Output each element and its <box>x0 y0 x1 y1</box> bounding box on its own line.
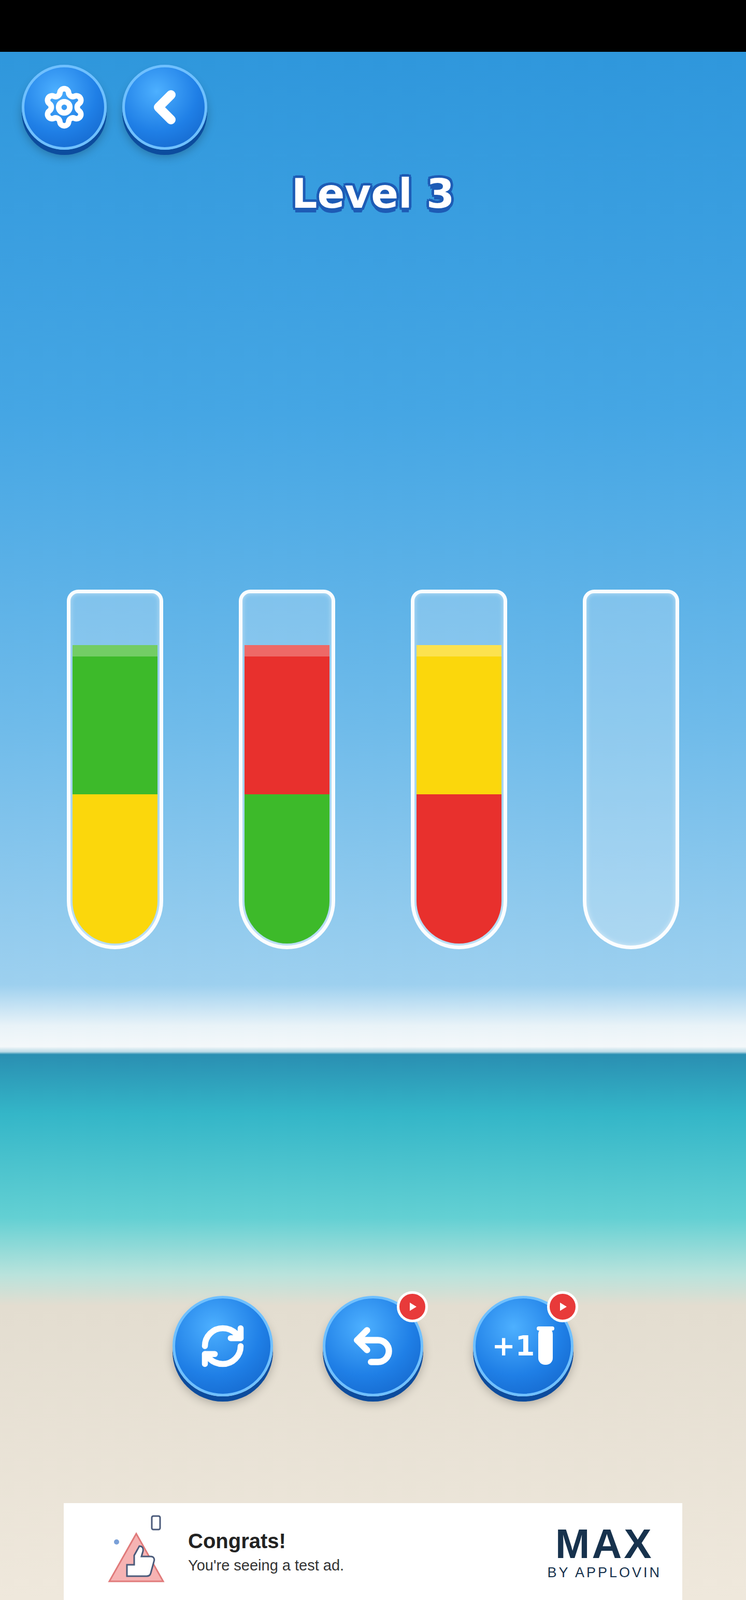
liquid-layer <box>244 644 330 795</box>
play-icon <box>556 1300 569 1313</box>
tube[interactable] <box>410 589 508 950</box>
liquid <box>244 644 330 944</box>
liquid-layer <box>72 794 158 944</box>
liquid-layer <box>72 644 158 795</box>
restart-button[interactable] <box>172 1295 274 1397</box>
add-tube-button[interactable]: +1 <box>472 1295 574 1397</box>
tube[interactable] <box>238 589 336 950</box>
tube[interactable] <box>66 589 164 950</box>
back-button[interactable] <box>122 64 208 150</box>
liquid-layer <box>244 794 330 944</box>
ad-title: Congrats! <box>188 1529 527 1553</box>
game-screen: Level 3 +1 Congrats! You're seeing a test a… <box>0 0 746 1600</box>
chevron-left-icon <box>139 82 190 133</box>
beach-background: Level 3 +1 Congrats! You're seeing a test a… <box>0 51 746 1600</box>
settings-button[interactable] <box>21 64 107 150</box>
thumbs-up-icon <box>105 1512 168 1591</box>
ad-text: Congrats! You're seeing a test ad. <box>188 1529 527 1574</box>
level-title: Level 3 <box>291 168 455 219</box>
ad-subtitle: You're seeing a test ad. <box>188 1556 527 1574</box>
undo-icon <box>349 1322 397 1370</box>
ad-brand: MAXBY APPLOVIN <box>547 1523 662 1581</box>
liquid-layer <box>416 644 502 795</box>
liquid <box>416 644 502 944</box>
status-bar <box>0 0 746 52</box>
undo-button[interactable] <box>322 1295 424 1397</box>
tube[interactable] <box>582 589 680 950</box>
add-tube-count: +1 <box>492 1331 536 1360</box>
controls: +1 <box>172 1295 574 1397</box>
play-icon <box>406 1300 419 1313</box>
gear-icon <box>41 84 87 130</box>
ad-badge <box>396 1290 428 1323</box>
tube-row <box>66 589 680 950</box>
liquid-layer <box>416 794 502 944</box>
top-bar <box>0 51 746 150</box>
ad-brand-name: MAX <box>555 1523 654 1565</box>
ad-badge <box>547 1290 579 1323</box>
ad-banner[interactable]: Congrats! You're seeing a test ad. MAXBY A… <box>63 1502 683 1600</box>
liquid <box>588 644 674 944</box>
restart-icon <box>198 1322 247 1370</box>
liquid <box>72 644 158 944</box>
ad-brand-sub: BY APPLOVIN <box>547 1564 662 1581</box>
add-tube-label: +1 <box>492 1326 555 1366</box>
tube-icon <box>536 1326 555 1366</box>
